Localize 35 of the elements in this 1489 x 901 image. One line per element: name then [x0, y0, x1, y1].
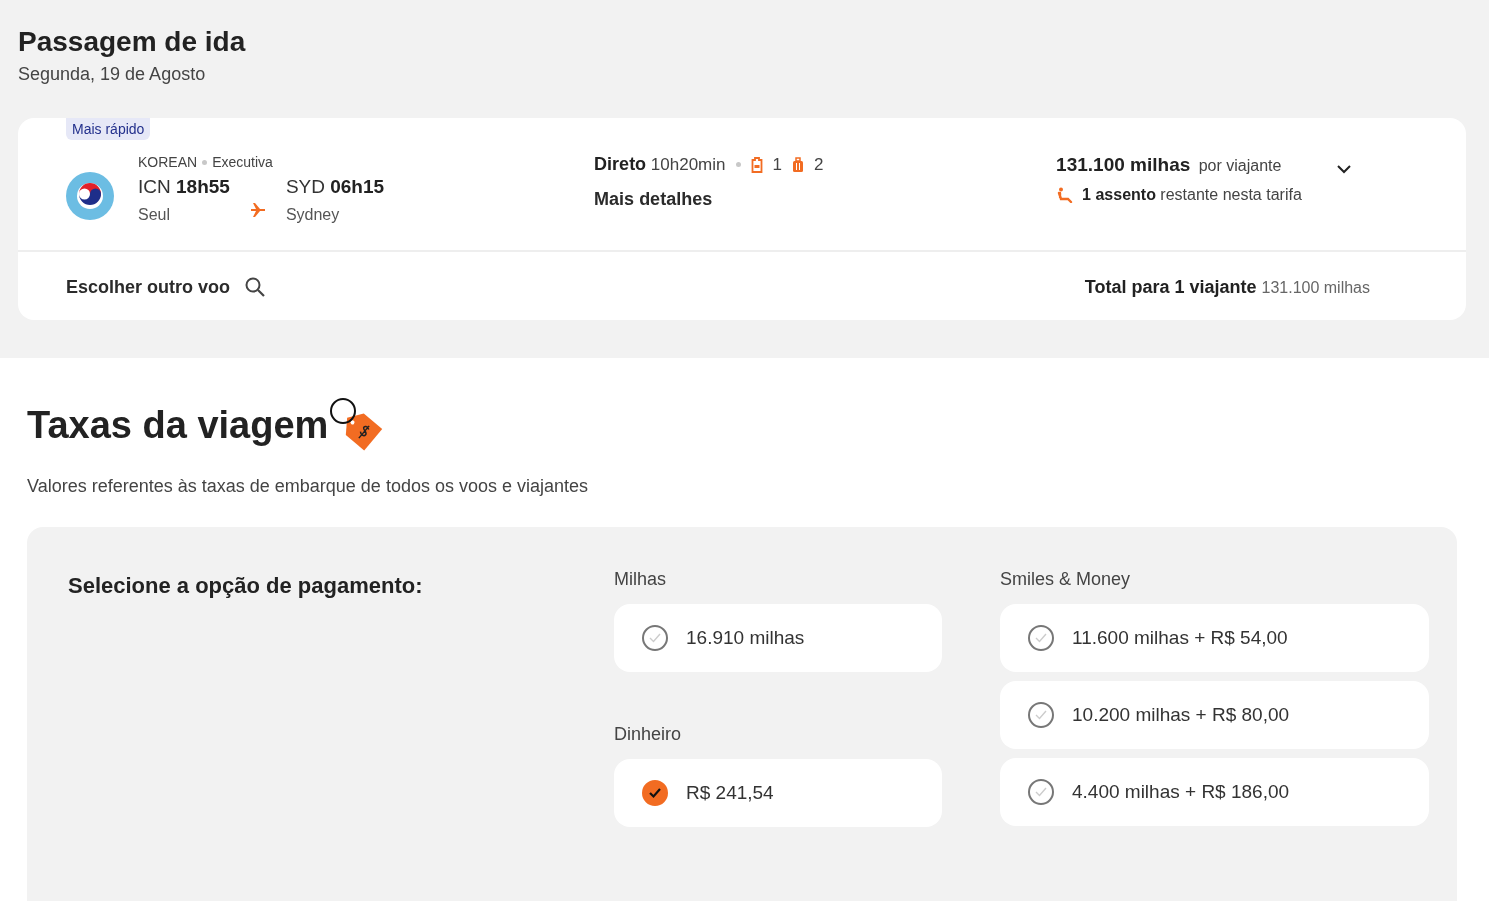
- payment-option[interactable]: 4.400 milhas + R$ 186,00: [1000, 758, 1429, 826]
- flight-date: Segunda, 19 de Agosto: [18, 64, 207, 85]
- airline-logo-icon: [66, 172, 114, 220]
- fees-title: Taxas da viagem: [27, 404, 329, 447]
- backpack-icon: [750, 156, 763, 173]
- checked-bag-count: 2: [814, 154, 824, 175]
- flight-duration: Direto 10h20min: [594, 154, 726, 175]
- seats-remaining: 1 assento restante nesta tarifa: [1082, 186, 1302, 204]
- search-icon: [244, 276, 267, 298]
- payment-option[interactable]: R$ 241,54: [614, 759, 942, 827]
- payment-group-label: Milhas: [614, 569, 667, 590]
- payment-option[interactable]: 16.910 milhas: [614, 604, 942, 672]
- arrival-time: SYD 06h15: [285, 176, 385, 198]
- price-miles: 131.100 milhas: [1056, 154, 1191, 175]
- fastest-badge: Mais rápido: [66, 118, 151, 140]
- payment-option[interactable]: 10.200 milhas + R$ 80,00: [1000, 681, 1429, 749]
- more-details-link[interactable]: Mais detalhes: [594, 189, 713, 210]
- price-unit: por viajante: [1198, 157, 1282, 174]
- departure-time: ICN 18h55: [138, 176, 230, 198]
- payment-option-label: Selecione a opção de pagamento:: [68, 573, 424, 600]
- airline-name: KOREAN: [138, 154, 198, 170]
- fees-description: Valores referentes às taxas de embarque de todos os voos e viajantes: [27, 476, 589, 497]
- payment-option[interactable]: 11.600 milhas + R$ 54,00: [1000, 604, 1429, 672]
- departure-city: Seul: [138, 206, 172, 224]
- airplane-icon: [249, 203, 266, 217]
- arrival-city: Sydney: [285, 206, 341, 224]
- carry-on-count: 1: [772, 154, 782, 175]
- cabin-class: Executiva: [212, 154, 273, 170]
- seat-icon: [1056, 187, 1075, 203]
- suitcase-icon: [792, 156, 804, 173]
- choose-other-flight-button[interactable]: Escolher outro voo: [66, 276, 267, 298]
- payment-group-label: Smiles & Money: [1000, 569, 1132, 590]
- payment-group-label: Dinheiro: [614, 724, 683, 745]
- section-title: Passagem de ida: [18, 26, 247, 58]
- total-price: Total para 1 viajante 131.100 milhas: [1084, 276, 1370, 298]
